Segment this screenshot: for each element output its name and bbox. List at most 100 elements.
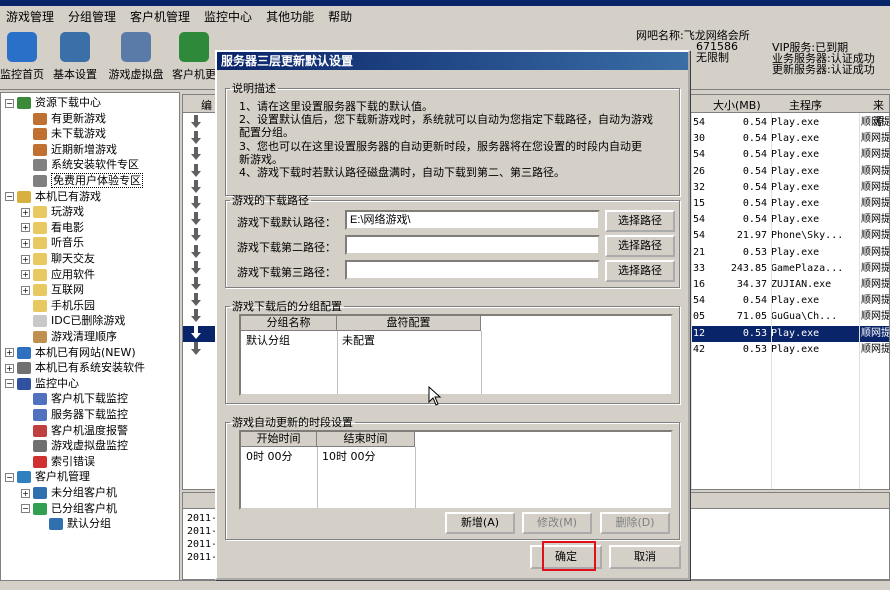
tree-item[interactable]: 未下载游戏 <box>21 126 106 142</box>
tree-item[interactable]: 默认分组 <box>37 516 111 532</box>
column-header-exe[interactable]: 主程序 <box>789 97 822 113</box>
column-header-id[interactable]: 编 <box>201 97 212 113</box>
add-button[interactable]: 新增(A) <box>445 512 515 534</box>
exe-cell: Play.exe <box>771 246 820 258</box>
tree-item[interactable]: 客户机温度报警 <box>21 423 128 439</box>
download-arrow-icon <box>191 325 201 339</box>
tree-item[interactable]: − 资源下载中心 <box>5 95 101 111</box>
source-cell: 顺网提 <box>861 343 890 355</box>
navigation-tree[interactable]: − 资源下载中心 有更新游戏 未下载游戏 近期新增游戏 系统安装软件专区 免费用户体验专区 −… <box>0 92 180 582</box>
tree-item[interactable]: + 互联网 <box>21 282 84 298</box>
download-arrow-icon <box>191 260 201 274</box>
tree-item[interactable]: + 听音乐 <box>21 235 84 251</box>
choose-path-button-0[interactable]: 选择路径 <box>605 210 675 232</box>
tree-item[interactable]: 有更新游戏 <box>21 111 106 127</box>
menu-item-2[interactable]: 客户机管理 <box>124 8 198 25</box>
choose-path-button-2[interactable]: 选择路径 <box>605 260 675 282</box>
drive-config-header[interactable]: 盘符配置 <box>337 316 481 331</box>
folder-icon <box>17 190 31 203</box>
expand-icon[interactable]: + <box>21 238 30 248</box>
menu-item-4[interactable]: 其他功能 <box>260 8 322 25</box>
group-config-table[interactable]: 分组名称 盘符配置 默认分组 未配置 <box>239 314 673 396</box>
exe-cell: GamePlaza... <box>771 262 844 274</box>
collapse-icon[interactable]: − <box>5 98 14 108</box>
tree-item[interactable]: − 客户机管理 <box>5 469 90 485</box>
row-id-cell: 32 <box>693 181 706 193</box>
collapse-icon[interactable]: − <box>21 504 30 514</box>
menu-item-3[interactable]: 监控中心 <box>198 8 260 25</box>
expand-icon[interactable]: + <box>21 223 30 233</box>
tree-item[interactable]: 近期新增游戏 <box>21 142 117 158</box>
toolbar-button-3[interactable]: 客户机更 <box>170 32 218 82</box>
update-time-table[interactable]: 开始时间 结束时间 0时 00分 10时 00分 <box>239 430 673 510</box>
toolbar-button-2[interactable]: 游戏虚拟盘 <box>104 32 168 82</box>
tree-item[interactable]: − 本机已有游戏 <box>5 189 101 205</box>
menu-item-1[interactable]: 分组管理 <box>62 8 124 25</box>
status-bar <box>0 580 890 590</box>
tree-item[interactable]: + 未分组客户机 <box>21 485 117 501</box>
download-arrow-icon <box>191 277 201 290</box>
start-time-cell[interactable]: 0时 00分 <box>243 448 293 466</box>
exe-cell: Play.exe <box>771 133 820 145</box>
edit-button[interactable]: 修改(M) <box>522 512 592 534</box>
broom-icon <box>33 331 47 343</box>
expand-icon[interactable]: + <box>21 285 30 295</box>
tree-item[interactable]: + 玩游戏 <box>21 204 84 220</box>
tree-item[interactable]: − 已分组客户机 <box>21 501 117 517</box>
row-id-cell: 54 <box>693 117 706 128</box>
tree-item[interactable]: 系统安装软件专区 <box>21 157 139 173</box>
tree-item[interactable]: IDC已删除游戏 <box>21 313 125 329</box>
start-time-header[interactable]: 开始时间 <box>241 432 317 447</box>
source-cell: 顺网提 <box>861 214 890 226</box>
tree-item[interactable]: 游戏虚拟盘监控 <box>21 438 128 454</box>
choose-path-button-1[interactable]: 选择路径 <box>605 235 675 257</box>
drive-config-cell[interactable]: 未配置 <box>339 332 375 350</box>
end-time-header[interactable]: 结束时间 <box>317 432 415 447</box>
group-name-cell[interactable]: 默认分组 <box>243 332 290 350</box>
expand-icon[interactable]: + <box>21 270 30 280</box>
exe-cell: Play.exe <box>771 181 820 193</box>
group-name-header[interactable]: 分组名称 <box>241 316 337 331</box>
tree-item[interactable]: 客户机下载监控 <box>21 391 128 407</box>
row-id-cell: 16 <box>693 279 706 290</box>
tree-item[interactable]: 游戏清理顺序 <box>21 329 117 345</box>
collapse-icon[interactable]: − <box>5 472 14 482</box>
expand-icon[interactable]: + <box>21 254 30 264</box>
tree-item[interactable]: + 应用软件 <box>21 267 95 283</box>
path-input-1[interactable] <box>345 235 600 255</box>
tree-item[interactable]: 免费用户体验专区 <box>21 173 143 189</box>
tree-item[interactable]: + 看电影 <box>21 220 84 236</box>
tree-item[interactable]: + 聊天交友 <box>21 251 95 267</box>
cancel-button[interactable]: 取消 <box>609 545 681 569</box>
folder-icon <box>33 221 47 234</box>
expand-icon[interactable]: + <box>5 363 14 373</box>
expand-icon[interactable]: + <box>21 488 30 498</box>
tree-item[interactable]: − 监控中心 <box>5 376 79 392</box>
tree-item[interactable]: 索引错误 <box>21 454 95 470</box>
size-cell: 71.05 <box>736 311 767 323</box>
toolbar-button-0[interactable]: 监控首页 <box>0 32 44 82</box>
group-config-legend: 游戏下载后的分组配置 <box>232 300 342 313</box>
column-header-size[interactable]: 大小(MB) <box>713 97 761 113</box>
expand-icon[interactable]: + <box>5 348 14 358</box>
toolbar-button-1[interactable]: 基本设置 <box>46 32 104 82</box>
expand-icon[interactable]: + <box>21 207 30 217</box>
path-input-0[interactable]: E:\网络游戏\ <box>345 210 600 230</box>
menu-item-5[interactable]: 帮助 <box>322 8 360 25</box>
size-cell: 0.53 <box>742 327 767 339</box>
toolbar-label-3: 客户机更 <box>172 68 216 81</box>
globe-icon <box>17 346 31 359</box>
size-cell: 0.54 <box>742 149 767 161</box>
tree-item[interactable]: + 本机已有系统安装软件 <box>5 360 145 376</box>
collapse-icon[interactable]: − <box>5 379 14 389</box>
end-time-cell[interactable]: 10时 00分 <box>319 448 376 466</box>
tree-item[interactable]: 服务器下载监控 <box>21 407 128 423</box>
menu-item-0[interactable]: 游戏管理 <box>0 8 62 25</box>
tree-item[interactable]: 手机乐园 <box>21 298 95 314</box>
row-id-cell: 54 <box>693 230 706 242</box>
source-cell: 顺网提 <box>861 133 890 145</box>
delete-button[interactable]: 删除(D) <box>600 512 670 534</box>
tree-item[interactable]: + 本机已有网站(NEW) <box>5 345 136 361</box>
collapse-icon[interactable]: − <box>5 192 14 202</box>
path-input-2[interactable] <box>345 260 600 280</box>
